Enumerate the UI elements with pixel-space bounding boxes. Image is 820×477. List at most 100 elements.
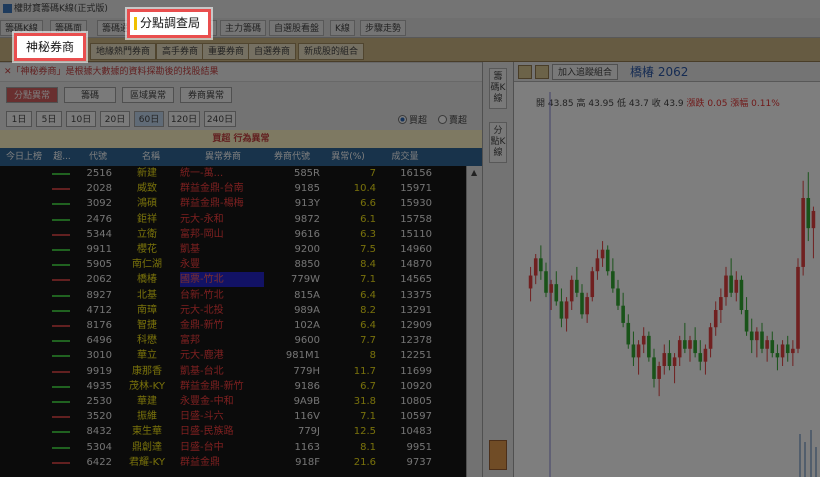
side-radio[interactable]: 買超 [398, 113, 427, 126]
candle [585, 292, 589, 323]
table-row[interactable]: 5905 南仁湖 永豐 8850 8.4 14870 [0, 257, 466, 272]
table-row[interactable]: 2516 新建 統一-萬... 585R 7 16156 [0, 166, 466, 181]
table-row[interactable]: 2476 鉅祥 元大-永和 9872 6.1 15758 [0, 212, 466, 227]
cell-percent: 7.7 [360, 335, 376, 347]
candle [734, 271, 739, 302]
table-row[interactable]: 9919 康那香 凱基-台北 779H 11.7 11699 [0, 364, 466, 379]
cell-broker: 凱基-台北 [180, 365, 224, 377]
table-row[interactable]: 5344 立衛 富邦-岡山 9616 6.3 15110 [0, 227, 466, 242]
column-header[interactable]: 成交量 [378, 148, 432, 166]
table-row[interactable]: 5304 鼎創達 日盛-台中 1163 8.1 9951 [0, 440, 466, 455]
table-row[interactable]: 2062 橋椿 國票-竹北 779W 7.1 14565 [0, 272, 466, 288]
top-tab[interactable]: 自選股看盤 [269, 20, 325, 36]
tour-callout-mystery-broker[interactable]: 神秘券商 [14, 33, 87, 61]
column-header[interactable]: 異常券商 [182, 148, 264, 166]
cell-broker: 金鼎-新竹 [180, 320, 224, 331]
side-radio[interactable]: 賣超 [438, 113, 467, 126]
cell-broker: 元大-永和 [180, 213, 224, 225]
cell-volume: 10483 [400, 426, 432, 438]
table-row[interactable]: 2530 華建 永豐金-中和 9A9B 31.8 10805 [0, 394, 466, 409]
candle [683, 322, 687, 354]
table-row[interactable]: 2028 威致 群益金鼎-台南 9185 10.4 15971 [0, 181, 466, 196]
top-tab[interactable]: 主力籌碼 [220, 20, 267, 36]
period-button[interactable]: 240日 [204, 111, 236, 127]
cell-broker: 群益金鼎-楊梅 [180, 198, 244, 210]
table-row[interactable]: 9911 櫻花 凱基 9200 7.5 14960 [0, 242, 466, 257]
cell-code: 8176 [86, 320, 112, 331]
tour-callout-broker-investigation[interactable]: 分點調查局 [127, 9, 212, 38]
candle [703, 344, 708, 375]
candle [605, 245, 610, 276]
table-row[interactable]: 8432 東生華 日盛-民族路 779J 12.5 10483 [0, 424, 466, 439]
top-tab[interactable]: K線 [330, 20, 355, 36]
sub-tab[interactable]: 重要券商 [202, 43, 251, 60]
cell-broker: 永豐金-中和 [180, 396, 234, 407]
cell-broker-code: 8850 [294, 259, 320, 271]
sub-tab[interactable]: 高手券商 [156, 43, 205, 60]
sub-tab[interactable]: 自選券商 [248, 43, 297, 60]
table-row[interactable]: 6496 科懋 富邦 9600 7.7 12378 [0, 333, 466, 348]
cell-volume: 10597 [400, 411, 432, 423]
cell-percent: 7.1 [360, 411, 376, 423]
candle [667, 340, 672, 371]
table-row[interactable]: 6422 君耀-KY 群益金鼎 918F 21.6 9737 [0, 455, 466, 470]
period-button[interactable]: 5日 [36, 111, 62, 127]
cell-broker: 群益金鼎-台南 [180, 183, 244, 195]
column-header[interactable]: 趨... [50, 148, 74, 166]
filter-button[interactable]: 分點異常 [6, 87, 58, 103]
filter-button[interactable]: 券商異常 [180, 87, 232, 103]
period-button[interactable]: 60日 [134, 111, 164, 127]
cell-name: 威致 [137, 183, 157, 195]
cell-broker: 日盛-台中 [180, 441, 224, 453]
add-tracking-button[interactable]: 加入追蹤組合 [552, 64, 619, 80]
table-row[interactable]: 4935 茂林-KY 群益金鼎-新竹 9186 6.7 10920 [0, 379, 466, 394]
filter-button[interactable]: 區域異常 [122, 87, 174, 103]
column-header[interactable]: 異常(%) [320, 148, 376, 166]
column-header[interactable]: 名稱 [122, 148, 180, 166]
table-scrollbar[interactable]: ▲ [466, 166, 482, 477]
cell-code: 9911 [86, 244, 112, 255]
scroll-up-icon[interactable]: ▲ [471, 168, 477, 177]
candle [749, 318, 754, 354]
table-row[interactable]: 3520 振維 日盛-斗六 116V 7.1 10597 [0, 409, 466, 424]
cell-volume: 15758 [400, 213, 432, 225]
cell-name: 立衛 [137, 228, 157, 240]
top-tab[interactable]: 步驟走勢 [360, 20, 407, 36]
candle [621, 292, 625, 328]
sub-tab[interactable]: 地緣熱門券商 [90, 43, 157, 60]
cell-code: 2530 [86, 396, 112, 407]
radio-label: 賣超 [449, 116, 468, 126]
table-body: 2516 新建 統一-萬... 585R 7 16156 2028 威致 群益金鼎-台南 9185… [0, 166, 466, 477]
side-tab[interactable]: 籌碼K線 [489, 68, 507, 109]
table-row[interactable]: 8927 北基 台新-竹北 815A 6.4 13375 [0, 288, 466, 303]
column-header[interactable]: 券商代號 [266, 148, 318, 166]
cell-name: 科懋 [137, 335, 157, 347]
cell-code: 8432 [86, 426, 112, 438]
period-button[interactable]: 20日 [100, 111, 130, 127]
filter-button[interactable]: 籌碼 [64, 87, 116, 103]
folder-icon[interactable] [518, 65, 532, 79]
table-row[interactable]: 4712 南璋 元大-北投 989A 8.2 13291 [0, 303, 466, 318]
candle [672, 353, 677, 384]
cell-volume: 14565 [400, 274, 432, 286]
table-row[interactable]: 8176 智捷 金鼎-新竹 102A 6.4 12909 [0, 318, 466, 333]
candle [559, 288, 564, 328]
side-panel-toggle[interactable] [489, 440, 507, 470]
sub-tab[interactable]: 新成股的組合 [298, 43, 365, 60]
cell-code: 5905 [86, 259, 112, 271]
table-row[interactable]: 3010 華立 元大-鹿港 981M1 8 12251 [0, 348, 466, 363]
table-row[interactable]: 3092 鴻碩 群益金鼎-楊梅 913Y 6.6 15930 [0, 196, 466, 211]
add-icon[interactable] [535, 65, 549, 79]
column-header[interactable]: 代號 [76, 148, 120, 166]
candle [657, 361, 661, 397]
period-button[interactable]: 1日 [6, 111, 32, 127]
period-button[interactable]: 120日 [168, 111, 200, 127]
cell-code: 5304 [86, 441, 112, 453]
cell-percent: 31.8 [353, 396, 376, 407]
period-button[interactable]: 10日 [66, 111, 96, 127]
cell-code: 8927 [86, 289, 112, 301]
candlestick-chart[interactable] [514, 82, 820, 477]
side-tab[interactable]: 分點K線 [489, 122, 507, 163]
column-header[interactable]: 今日上榜 [0, 148, 48, 166]
cell-percent: 8 [369, 350, 376, 362]
